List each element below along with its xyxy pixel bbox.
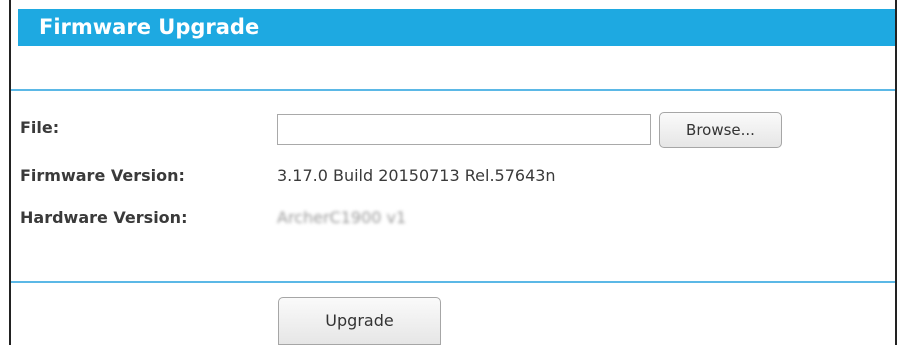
firmware-version-label: Firmware Version: <box>20 166 185 185</box>
upgrade-button[interactable]: Upgrade <box>278 297 441 345</box>
firmware-version-value: 3.17.0 Build 20150713 Rel.57643n <box>277 166 556 185</box>
hardware-version-value: ArcherC1900 v1 <box>277 208 407 227</box>
frame-left-border <box>9 0 11 345</box>
browse-button[interactable]: Browse... <box>659 112 782 148</box>
frame-right-border <box>895 0 897 345</box>
page-title: Firmware Upgrade <box>39 15 260 39</box>
bottom-divider <box>11 281 895 283</box>
file-label: File: <box>20 118 60 137</box>
top-divider <box>11 89 895 91</box>
file-path-input[interactable] <box>277 114 651 145</box>
header-bar: Firmware Upgrade <box>18 9 895 46</box>
hardware-version-label: Hardware Version: <box>20 208 188 227</box>
